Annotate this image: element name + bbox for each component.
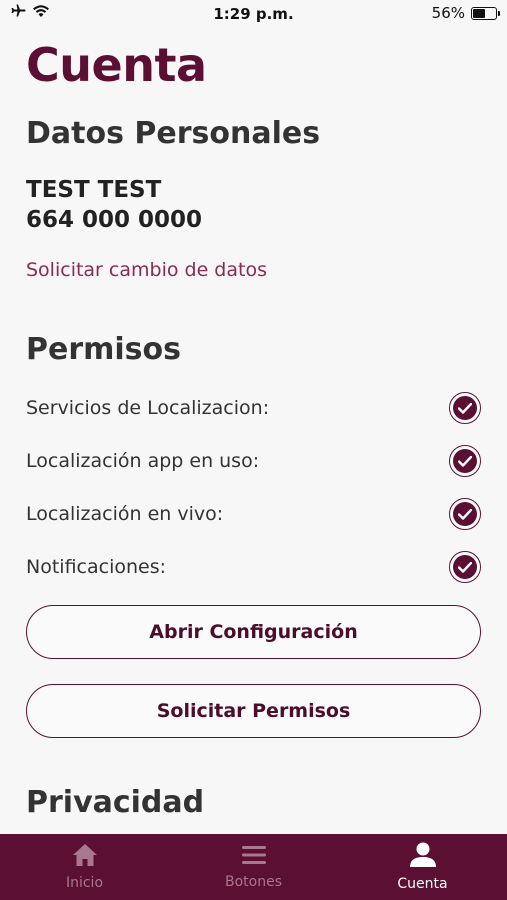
permission-live-location: Localización en vivo: (26, 496, 481, 532)
page-title: Cuenta (26, 38, 207, 92)
tab-label: Cuenta (397, 876, 448, 892)
permission-label: Localización en vivo: (26, 503, 224, 525)
user-icon (409, 842, 437, 872)
request-data-change-link[interactable]: Solicitar cambio de datos (26, 259, 267, 281)
tab-cuenta[interactable]: Cuenta (338, 834, 507, 900)
check-circle-icon (449, 498, 481, 530)
tab-label: Inicio (65, 875, 104, 891)
battery-percent: 56% (431, 4, 465, 22)
check-circle-icon (449, 392, 481, 424)
permission-location-in-use: Localización app en uso: (26, 443, 481, 479)
user-name: TEST TEST (26, 177, 162, 203)
permission-notifications: Notificaciones: (26, 549, 481, 585)
battery-icon (471, 6, 500, 20)
tab-inicio[interactable]: Inicio (0, 834, 169, 900)
permission-location-services: Servicios de Localizacion: (26, 390, 481, 426)
status-right: 56% (431, 4, 500, 22)
personal-data-heading: Datos Personales (26, 116, 321, 151)
tab-label: Botones (224, 874, 282, 890)
check-circle-icon (449, 445, 481, 477)
user-phone: 664 000 0000 (26, 207, 203, 233)
request-permissions-button[interactable]: Solicitar Permisos (26, 684, 481, 738)
open-settings-button[interactable]: Abrir Configuración (26, 605, 481, 659)
battery-fill (473, 8, 486, 18)
tab-botones[interactable]: Botones (169, 834, 338, 900)
permissions-heading: Permisos (26, 332, 181, 367)
privacy-heading: Privacidad (26, 785, 205, 820)
menu-icon (241, 844, 267, 870)
status-bar: 1:29 p.m. 56% (0, 0, 507, 28)
home-icon (72, 843, 98, 871)
permission-label: Notificaciones: (26, 556, 167, 578)
permission-label: Localización app en uso: (26, 450, 260, 472)
tab-bar: Inicio Botones Cuenta (0, 834, 507, 900)
check-circle-icon (449, 551, 481, 583)
permission-label: Servicios de Localizacion: (26, 397, 270, 419)
